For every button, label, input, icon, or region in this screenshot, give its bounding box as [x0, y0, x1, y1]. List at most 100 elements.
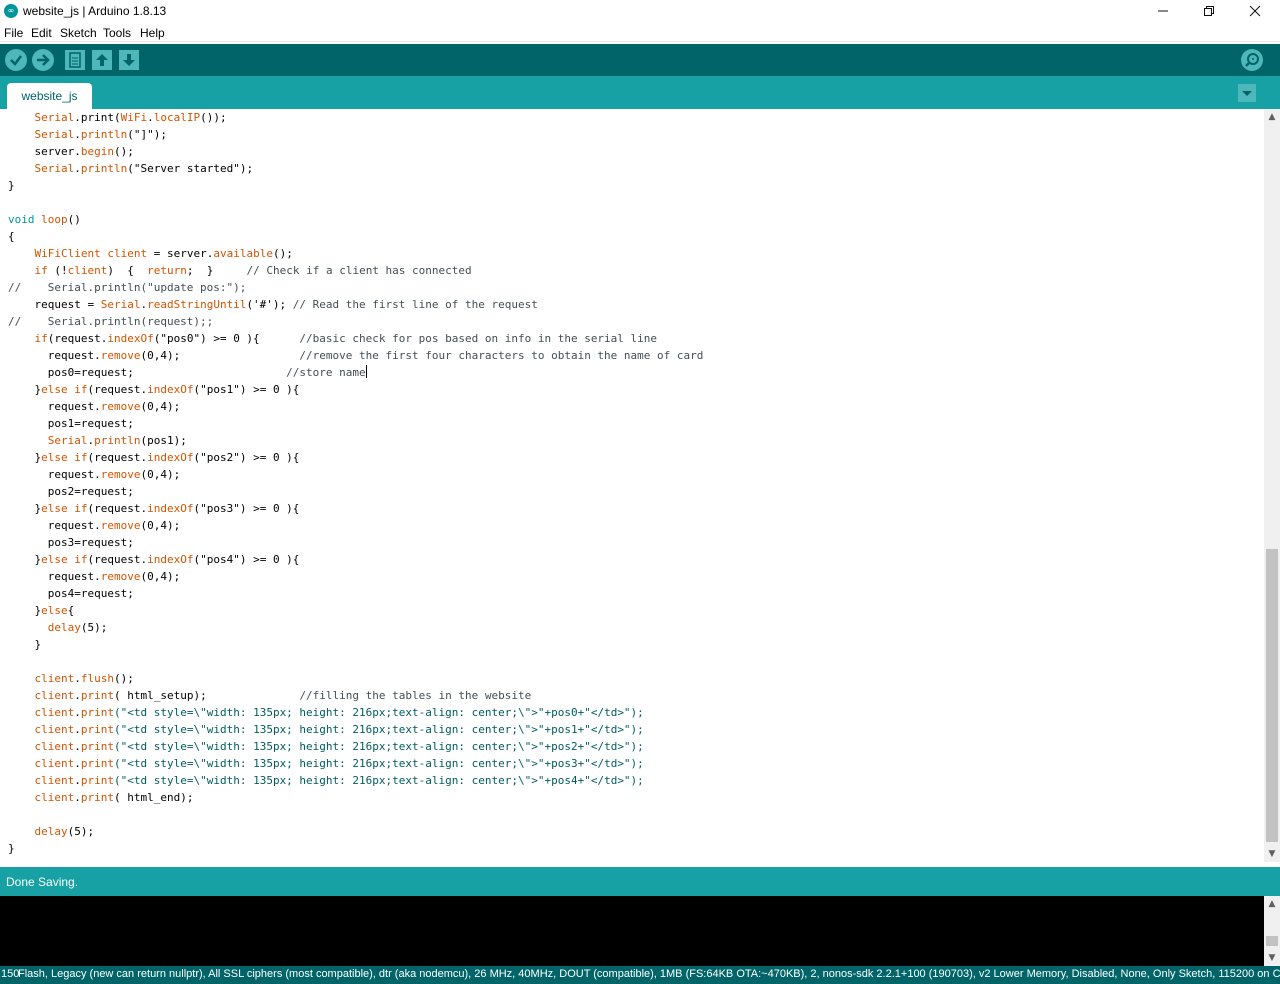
code-line[interactable]: request.remove(0,4);: [8, 466, 703, 483]
code-line[interactable]: request.remove(0,4);: [8, 398, 703, 415]
close-button[interactable]: [1232, 0, 1278, 24]
scroll-down-icon[interactable]: ▼: [1264, 846, 1280, 862]
upload-button[interactable]: [32, 49, 54, 71]
scroll-thumb[interactable]: [1266, 549, 1278, 842]
code-line[interactable]: client.print( html_setup); //filling the…: [8, 687, 703, 704]
code-text[interactable]: Serial.print(WiFi.localIP()); Serial.pri…: [8, 109, 703, 857]
code-line[interactable]: pos2=request;: [8, 483, 703, 500]
code-line[interactable]: client.print("<td style=\"width: 135px; …: [8, 721, 703, 738]
code-token: ("]");: [127, 128, 167, 141]
code-line[interactable]: }: [8, 636, 703, 653]
code-line[interactable]: if (!client) { return; } // Check if a c…: [8, 262, 703, 279]
tab-menu-button[interactable]: [1238, 84, 1256, 102]
code-token: (request.: [87, 451, 148, 464]
console-scroll-down-icon[interactable]: ▼: [1264, 950, 1280, 966]
code-token: (0,4);: [140, 349, 300, 362]
code-token: }: [8, 553, 42, 566]
code-line[interactable]: pos3=request;: [8, 534, 703, 551]
code-token: ) {: [107, 264, 148, 277]
code-line[interactable]: }else if(request.indexOf("pos3") >= 0 ){: [8, 500, 703, 517]
minimize-button[interactable]: [1140, 0, 1186, 24]
status-bar: Done Saving.: [0, 867, 1280, 896]
code-line[interactable]: client.print("<td style=\"width: 135px; …: [8, 772, 703, 789]
code-line[interactable]: [8, 194, 703, 211]
code-line[interactable]: delay(5);: [8, 823, 703, 840]
code-line[interactable]: client.print("<td style=\"width: 135px; …: [8, 755, 703, 772]
code-token: Serial: [47, 434, 88, 447]
code-line[interactable]: }else{: [8, 602, 703, 619]
menu-sketch[interactable]: Sketch: [60, 26, 97, 40]
code-line[interactable]: }else if(request.indexOf("pos4") >= 0 ){: [8, 551, 703, 568]
code-editor[interactable]: Serial.print(WiFi.localIP()); Serial.pri…: [0, 109, 1264, 862]
code-line[interactable]: Serial.println("]");: [8, 126, 703, 143]
code-token: else: [41, 604, 68, 617]
code-token: (0,4);: [140, 400, 181, 413]
code-line[interactable]: Serial.println(pos1);: [8, 432, 703, 449]
code-line[interactable]: request = Serial.readStringUntil('#'); /…: [8, 296, 703, 313]
menu-edit[interactable]: Edit: [31, 26, 52, 40]
code-token: Serial: [34, 128, 75, 141]
scroll-up-icon[interactable]: ▲: [1264, 109, 1280, 125]
code-line[interactable]: delay(5);: [8, 619, 703, 636]
code-line[interactable]: request.remove(0,4);: [8, 517, 703, 534]
code-token: ("pos4") >= 0 ){: [193, 553, 300, 566]
code-line[interactable]: if(request.indexOf("pos0") >= 0 ){ //bas…: [8, 330, 703, 347]
code-line[interactable]: [8, 806, 703, 823]
code-line[interactable]: pos0=request; //store name: [8, 364, 703, 381]
code-line[interactable]: void loop(): [8, 211, 703, 228]
code-token: (!: [47, 264, 68, 277]
editor-scrollbar[interactable]: ▲ ▼: [1264, 109, 1280, 862]
code-line[interactable]: client.print("<td style=\"width: 135px; …: [8, 704, 703, 721]
menu-tools[interactable]: Tools: [103, 26, 131, 40]
code-line[interactable]: pos1=request;: [8, 415, 703, 432]
code-token: }: [8, 638, 42, 651]
console-scroll-thumb[interactable]: [1266, 936, 1278, 946]
code-token: pos2=request;: [8, 485, 134, 498]
tab-website-js[interactable]: website_js: [7, 83, 92, 109]
code-line[interactable]: }else if(request.indexOf("pos2") >= 0 ){: [8, 449, 703, 466]
code-line[interactable]: client.print("<td style=\"width: 135px; …: [8, 738, 703, 755]
code-line[interactable]: // Serial.println("update pos:");: [8, 279, 703, 296]
code-line[interactable]: client.print( html_end);: [8, 789, 703, 806]
serial-monitor-button[interactable]: [1241, 49, 1263, 71]
code-line[interactable]: request.remove(0,4);: [8, 568, 703, 585]
console-scrollbar[interactable]: ▲ ▼: [1264, 896, 1280, 966]
code-line[interactable]: [8, 653, 703, 670]
code-token: ();: [114, 672, 134, 685]
code-token: {: [67, 604, 75, 617]
code-token: .: [74, 723, 81, 736]
open-sketch-button[interactable]: [92, 50, 112, 70]
code-token: print: [80, 757, 114, 770]
code-line[interactable]: request.remove(0,4); //remove the first …: [8, 347, 704, 364]
menu-help[interactable]: Help: [140, 26, 165, 40]
code-line[interactable]: {: [8, 228, 703, 245]
new-sketch-button[interactable]: [65, 50, 85, 70]
code-token: ("<td style=\"width: 135px; height: 216p…: [114, 723, 644, 736]
save-sketch-button[interactable]: [119, 50, 139, 70]
code-line[interactable]: Serial.println("Server started");: [8, 160, 703, 177]
code-token: (request.: [87, 502, 148, 515]
code-token: if: [74, 502, 88, 515]
code-line[interactable]: }else if(request.indexOf("pos1") >= 0 ){: [8, 381, 703, 398]
code-line[interactable]: WiFiClient client = server.available();: [8, 245, 703, 262]
code-token: ("pos3") >= 0 ){: [193, 502, 300, 515]
code-line[interactable]: }: [8, 177, 703, 194]
menu-file[interactable]: File: [4, 26, 23, 40]
code-token: //remove the first four characters to ob…: [299, 349, 704, 362]
arrow-down-icon: [123, 54, 135, 66]
code-token: .print(: [74, 111, 121, 124]
code-line[interactable]: }: [8, 840, 703, 857]
code-line[interactable]: pos4=request;: [8, 585, 703, 602]
console-scroll-up-icon[interactable]: ▲: [1264, 896, 1280, 912]
console-output[interactable]: [0, 896, 1264, 966]
code-token: }: [8, 842, 15, 855]
code-line[interactable]: Serial.print(WiFi.localIP());: [8, 109, 703, 126]
restore-button[interactable]: [1186, 0, 1232, 24]
code-line[interactable]: server.begin();: [8, 143, 703, 160]
verify-button[interactable]: [5, 49, 27, 71]
code-token: ( html_setup);: [114, 689, 300, 702]
code-line[interactable]: // Serial.println(request);;: [8, 313, 703, 330]
code-line[interactable]: client.flush();: [8, 670, 703, 687]
